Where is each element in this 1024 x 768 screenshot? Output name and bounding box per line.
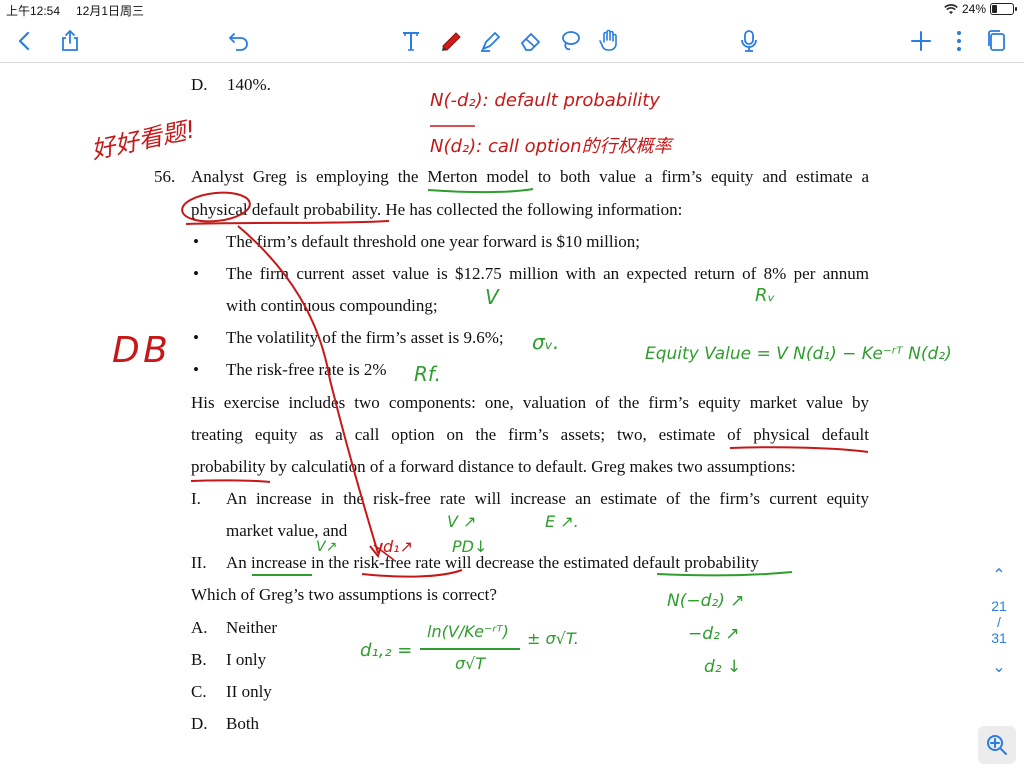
status-bar: 上午12:54 12月1日周三 24% bbox=[0, 0, 1024, 20]
page-up-icon[interactable]: ⌃ bbox=[986, 568, 1012, 584]
assumption-2-numeral: II. bbox=[191, 553, 207, 572]
battery-icon bbox=[990, 3, 1017, 15]
annotation-ru: Rᵥ bbox=[755, 285, 776, 306]
annotation-rf: Rf. bbox=[414, 362, 441, 386]
annotation-neg-d2: −d₂ ↗ bbox=[688, 624, 740, 644]
bullet-dot: • bbox=[193, 232, 199, 251]
bullet-2-cont: with continuous compounding; bbox=[226, 296, 438, 315]
zoom-button[interactable] bbox=[978, 726, 1016, 764]
option-b-text: I only bbox=[226, 650, 267, 669]
annotation-sigma-v: σᵥ. bbox=[532, 330, 560, 354]
formula-lhs: d₁,₂ = bbox=[360, 640, 413, 661]
wifi-icon bbox=[944, 3, 958, 14]
bullet-dot: • bbox=[193, 264, 199, 283]
prev-option-letter: D. bbox=[191, 75, 208, 94]
exercise-line-2: treating equity as a call option on the … bbox=[191, 425, 869, 444]
hand-icon[interactable] bbox=[594, 26, 624, 56]
annotation-call-option: N(d₂): call option的行权概率 bbox=[430, 136, 672, 157]
text-tool-icon[interactable] bbox=[396, 26, 426, 56]
bullet-2: The firm current asset value is $12.75 m… bbox=[226, 264, 869, 283]
annotation-d2-down: d₂ ↓ bbox=[704, 657, 742, 677]
bullet-dot: • bbox=[193, 328, 199, 347]
add-icon[interactable] bbox=[906, 26, 936, 56]
annotation-e-up: E ↗. bbox=[545, 512, 579, 531]
question-number: 56. bbox=[154, 167, 176, 186]
assumption-1-numeral: I. bbox=[191, 489, 201, 508]
document-page: D. 140%. 56. Analyst Greg is employing t… bbox=[0, 63, 1024, 768]
stem-line-1: Analyst Greg is employing the Merton mod… bbox=[191, 167, 869, 186]
option-d-text: Both bbox=[226, 714, 260, 733]
option-a-text: Neither bbox=[226, 618, 277, 637]
share-icon[interactable] bbox=[55, 26, 85, 56]
more-icon[interactable] bbox=[944, 26, 974, 56]
toolbar bbox=[0, 20, 1024, 63]
status-right: 24% bbox=[944, 2, 1017, 16]
lasso-icon[interactable] bbox=[555, 26, 585, 56]
battery-percent: 24% bbox=[961, 2, 986, 16]
page-down-icon[interactable]: ⌄ bbox=[986, 660, 1012, 676]
pages-icon[interactable] bbox=[982, 26, 1012, 56]
annotation-v: V bbox=[485, 285, 499, 309]
highlighter-icon[interactable] bbox=[476, 26, 506, 56]
status-time: 上午12:54 bbox=[6, 4, 61, 18]
page-total: 31 bbox=[991, 630, 1007, 646]
page-current: 21 bbox=[991, 598, 1007, 614]
option-letter: A. bbox=[191, 618, 208, 637]
formula-denominator: σ√T bbox=[455, 654, 486, 673]
bullet-1: The firm’s default threshold one year fo… bbox=[226, 232, 641, 251]
option-letter: C. bbox=[191, 682, 207, 701]
annotation-equity-value: Equity Value = V N(d₁) − Ke⁻ʳᵀ N(d₂) bbox=[645, 344, 952, 364]
annotation-d1-up: d₁↗ bbox=[383, 537, 413, 556]
annotation-answer: D B bbox=[112, 330, 168, 371]
annotation-v-up: V ↗ bbox=[447, 512, 477, 531]
microphone-icon[interactable] bbox=[734, 26, 764, 56]
battery-fill bbox=[992, 5, 997, 13]
prev-option-text: 140%. bbox=[227, 75, 271, 94]
page-indicator: ⌃ 21 / 31 ⌄ bbox=[986, 568, 1012, 676]
annotation-default-prob: N(-d₂): default probability bbox=[430, 90, 660, 111]
assumption-2-line-1: An increase in the risk-free rate will d… bbox=[226, 553, 759, 572]
option-letter: B. bbox=[191, 650, 207, 669]
exercise-line-1: His exercise includes two components: on… bbox=[191, 393, 869, 412]
formula-numerator: ln(V/Ke⁻ʳᵀ) bbox=[427, 622, 509, 641]
back-icon[interactable] bbox=[10, 26, 40, 56]
undo-icon[interactable] bbox=[224, 26, 254, 56]
page-separator: / bbox=[997, 614, 1001, 630]
bullet-3: The volatility of the firm’s asset is 9.… bbox=[226, 328, 504, 347]
annotation-v-up-2: V↗ bbox=[316, 539, 338, 555]
stem-line-2: physical default probability. He has col… bbox=[191, 200, 683, 219]
assumption-1-line-1: An increase in the risk-free rate will i… bbox=[226, 489, 869, 508]
zoom-in-icon bbox=[987, 735, 1007, 755]
formula-tail: ± σ√T. bbox=[527, 629, 579, 648]
assumption-1-line-2: market value, and bbox=[226, 521, 348, 540]
bullet-4: The risk-free rate is 2% bbox=[226, 360, 387, 379]
option-c-text: II only bbox=[226, 682, 272, 701]
question-text: Which of Greg’s two assumptions is corre… bbox=[191, 585, 497, 604]
annotation-n-neg-d2: N(−d₂) ↗ bbox=[667, 591, 745, 611]
eraser-icon[interactable] bbox=[516, 26, 546, 56]
pen-icon[interactable] bbox=[437, 26, 467, 56]
status-date: 12月1日周三 bbox=[76, 4, 145, 18]
bullet-dot: • bbox=[193, 360, 199, 379]
exercise-line-3: probability by calculation of a forward … bbox=[191, 457, 796, 476]
annotation-pd-down: PD↓ bbox=[452, 537, 488, 556]
option-letter: D. bbox=[191, 714, 208, 733]
